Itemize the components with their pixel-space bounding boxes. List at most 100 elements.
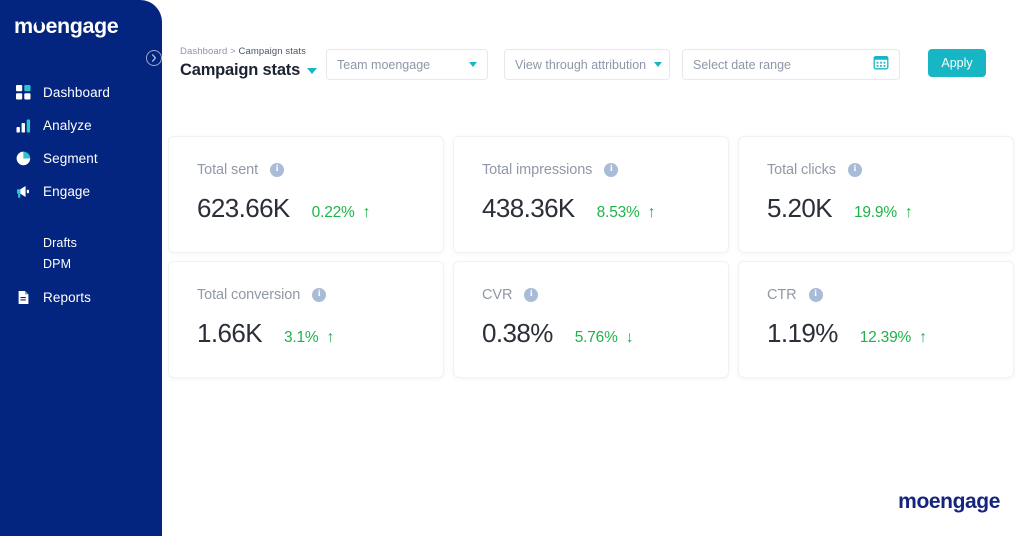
document-icon (15, 289, 32, 306)
main-content: Dashboard > Campaign stats Campaign stat… (162, 0, 1024, 536)
page-title: Campaign stats (180, 61, 300, 80)
breadcrumb-root[interactable]: Dashboard (180, 46, 227, 57)
chevron-right-icon (147, 51, 161, 65)
card-delta-value: 12.39% (860, 329, 911, 347)
card-label: Total conversion (197, 287, 300, 303)
card-header: Total impressions i (482, 161, 728, 179)
sidebar-subitem-label: DPM (43, 257, 71, 271)
card-delta-value: 5.76% (575, 329, 618, 347)
campaign-stats-page: moengage Dashboard (0, 0, 1024, 536)
card-value: 1.66K (197, 318, 262, 349)
card-label: Total sent (197, 162, 258, 178)
sidebar-logo[interactable]: moengage (14, 13, 144, 39)
trend-arrow-icon: ↑ (905, 205, 913, 221)
sidebar-item-reports[interactable]: Reports (0, 281, 162, 314)
page-title-dropdown-caret-icon[interactable] (307, 68, 317, 74)
card-delta: 0.22% ↑ (312, 204, 371, 222)
date-range-input[interactable]: Select date range (682, 49, 900, 80)
info-icon[interactable]: i (312, 288, 326, 302)
trend-arrow-icon: ↓ (626, 330, 634, 346)
attribution-select[interactable]: View through attribution (504, 49, 670, 80)
breadcrumb: Dashboard > Campaign stats (180, 46, 317, 58)
metric-card[interactable]: Total impressions i 438.36K 8.53% ↑ (453, 136, 729, 253)
trend-arrow-icon: ↑ (326, 330, 334, 346)
metric-card[interactable]: Total sent i 623.66K 0.22% ↑ (168, 136, 444, 253)
chevron-down-icon (654, 62, 662, 67)
card-body: 0.38% 5.76% ↓ (482, 318, 728, 349)
apply-button[interactable]: Apply (928, 49, 986, 77)
card-delta: 5.76% ↓ (575, 329, 634, 347)
sidebar-spacer (0, 208, 162, 232)
card-delta: 19.9% ↑ (854, 204, 913, 222)
info-icon[interactable]: i (270, 163, 284, 177)
card-delta-value: 0.22% (312, 204, 355, 222)
card-delta: 3.1% ↑ (284, 329, 334, 347)
sidebar-item-dashboard[interactable]: Dashboard (0, 76, 162, 109)
pie-chart-icon (15, 150, 32, 167)
card-body: 5.20K 19.9% ↑ (767, 193, 1013, 224)
card-header: Total conversion i (197, 286, 443, 304)
sidebar-item-dpm[interactable]: DPM (0, 253, 162, 274)
card-body: 438.36K 8.53% ↑ (482, 193, 728, 224)
trend-arrow-icon: ↑ (648, 205, 656, 221)
card-label: Total clicks (767, 162, 836, 178)
sidebar-item-label: Dashboard (43, 85, 110, 100)
card-delta: 12.39% ↑ (860, 329, 927, 347)
chevron-down-icon (469, 62, 477, 67)
trend-arrow-icon: ↑ (919, 330, 927, 346)
date-range-placeholder: Select date range (693, 58, 873, 72)
metric-card[interactable]: CVR i 0.38% 5.76% ↓ (453, 261, 729, 378)
card-label: CTR (767, 287, 797, 303)
title-block: Dashboard > Campaign stats Campaign stat… (180, 46, 317, 80)
metric-card[interactable]: Total conversion i 1.66K 3.1% ↑ (168, 261, 444, 378)
card-header: CVR i (482, 286, 728, 304)
card-body: 1.19% 12.39% ↑ (767, 318, 1013, 349)
breadcrumb-separator: > (230, 46, 236, 57)
breadcrumb-current: Campaign stats (239, 46, 306, 57)
sidebar-item-label: Reports (43, 290, 91, 305)
megaphone-icon (15, 183, 32, 200)
card-label: Total impressions (482, 162, 592, 178)
sidebar-item-engage[interactable]: Engage (0, 175, 162, 208)
metric-card[interactable]: Total clicks i 5.20K 19.9% ↑ (738, 136, 1014, 253)
page-header: Dashboard > Campaign stats Campaign stat… (162, 0, 1024, 96)
calendar-icon[interactable] (873, 54, 889, 75)
sidebar-logo-text: moengage (14, 13, 144, 39)
sidebar-item-label: Engage (43, 184, 90, 199)
card-delta: 8.53% ↑ (597, 204, 656, 222)
sidebar-nav: Dashboard Analyze (0, 76, 162, 314)
card-label: CVR (482, 287, 512, 303)
sidebar-collapse-toggle[interactable] (146, 50, 162, 66)
card-body: 1.66K 3.1% ↑ (197, 318, 443, 349)
info-icon[interactable]: i (809, 288, 823, 302)
sidebar-item-drafts[interactable]: Drafts (0, 232, 162, 253)
sidebar-item-analyze[interactable]: Analyze (0, 109, 162, 142)
sidebar-item-label: Segment (43, 151, 98, 166)
card-delta-value: 19.9% (854, 204, 897, 222)
metric-card[interactable]: CTR i 1.19% 12.39% ↑ (738, 261, 1014, 378)
card-value: 438.36K (482, 193, 575, 224)
grid-icon (15, 84, 32, 101)
info-icon[interactable]: i (524, 288, 538, 302)
attribution-select-value: View through attribution (515, 58, 646, 72)
card-value: 0.38% (482, 318, 553, 349)
card-delta-value: 8.53% (597, 204, 640, 222)
info-icon[interactable]: i (604, 163, 618, 177)
card-value: 623.66K (197, 193, 290, 224)
card-body: 623.66K 0.22% ↑ (197, 193, 443, 224)
sidebar-item-segment[interactable]: Segment (0, 142, 162, 175)
metric-cards-grid: Total sent i 623.66K 0.22% ↑ Total impre… (168, 136, 1024, 378)
info-icon[interactable]: i (848, 163, 862, 177)
page-title-row: Campaign stats (180, 61, 317, 80)
card-header: Total sent i (197, 161, 443, 179)
bar-chart-icon (15, 117, 32, 134)
trend-arrow-icon: ↑ (363, 205, 371, 221)
team-select-value: Team moengage (337, 58, 461, 72)
team-select[interactable]: Team moengage (326, 49, 488, 80)
card-header: Total clicks i (767, 161, 1013, 179)
card-value: 5.20K (767, 193, 832, 224)
card-delta-value: 3.1% (284, 329, 319, 347)
card-value: 1.19% (767, 318, 838, 349)
footer-logo: moengage (898, 490, 1000, 514)
card-header: CTR i (767, 286, 1013, 304)
